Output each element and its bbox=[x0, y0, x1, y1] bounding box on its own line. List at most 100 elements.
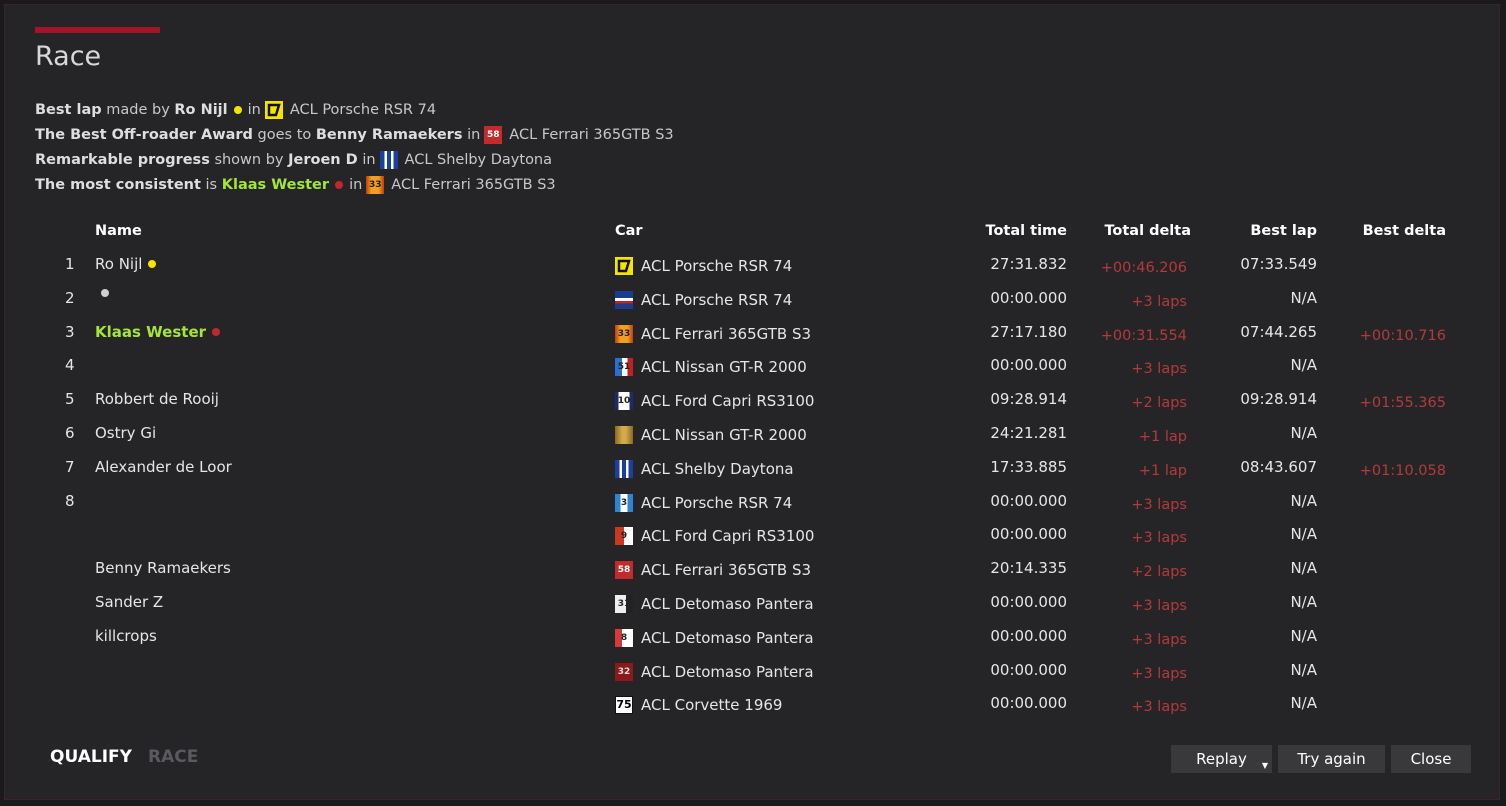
column-header-best-delta[interactable]: Best delta bbox=[1363, 223, 1446, 239]
car-cell: 58 ACL Ferrari 365GTB S3 bbox=[615, 561, 812, 580]
car-name: ACL Detomaso Pantera bbox=[641, 662, 814, 681]
car-livery-icon bbox=[615, 257, 633, 275]
best-lap: 07:44.265 bbox=[1240, 322, 1317, 341]
car-name: ACL Ford Capri RS3100 bbox=[641, 527, 815, 546]
table-row[interactable]: 6 Ostry Gi ACL Nissan GT-R 2000 24:21.281 +1… bbox=[5, 414, 1501, 448]
driver-name-cell: Ostry Gi bbox=[95, 424, 156, 442]
close-button[interactable]: Close bbox=[1391, 745, 1471, 773]
award-connector: made by bbox=[106, 101, 170, 118]
total-delta: +2 laps bbox=[1131, 564, 1187, 581]
car-livery-icon bbox=[264, 100, 283, 119]
column-header-car[interactable]: Car bbox=[615, 223, 643, 239]
tab-race[interactable]: RACE bbox=[148, 747, 198, 767]
car-name: ACL Porsche RSR 74 bbox=[641, 290, 793, 309]
car-cell: ACL Shelby Daytona bbox=[615, 459, 794, 478]
results-window: Race Best lap made by Ro Nijl in ACL Porsc… bbox=[4, 4, 1500, 800]
best-lap: N/A bbox=[1290, 694, 1317, 713]
award-car: ACL Shelby Daytona bbox=[404, 151, 553, 168]
best-lap: N/A bbox=[1290, 424, 1317, 442]
table-row[interactable]: 9 ACL Ford Capri RS3100 00:00.000 +3 laps N/… bbox=[5, 515, 1501, 549]
replay-button[interactable]: Replay ▼ bbox=[1171, 745, 1272, 773]
position-number: 2 bbox=[65, 288, 75, 307]
driver-name-cell: Alexander de Loor bbox=[95, 458, 232, 476]
award-title: Best lap bbox=[35, 101, 102, 118]
table-row[interactable]: Sander Z 31 ACL Detomaso Pantera 00:00.000 +… bbox=[5, 583, 1501, 617]
car-cell: 31 ACL Detomaso Pantera bbox=[615, 595, 814, 613]
car-cell: 32 ACL Detomaso Pantera bbox=[615, 662, 814, 681]
driver-name: Klaas Wester bbox=[95, 322, 207, 341]
column-header-total-time[interactable]: Total time bbox=[985, 223, 1067, 239]
status-dot-icon bbox=[335, 180, 344, 189]
table-row[interactable]: 2 ACL Porsche RSR 74 00:00.000 +3 laps N/A bbox=[5, 279, 1501, 313]
best-lap: N/A bbox=[1290, 491, 1317, 510]
driver-name-cell: Robbert de Rooij bbox=[95, 390, 219, 408]
total-time: 00:00.000 bbox=[990, 356, 1067, 375]
best-lap: 07:33.549 bbox=[1240, 255, 1317, 273]
total-time: 17:33.885 bbox=[990, 457, 1067, 476]
page-title: Race bbox=[35, 41, 102, 72]
total-time: 00:00.000 bbox=[990, 660, 1067, 679]
car-livery-icon: 32 bbox=[615, 662, 633, 681]
total-delta: +3 laps bbox=[1131, 631, 1187, 648]
table-row[interactable]: 32 ACL Detomaso Pantera 00:00.000 +3 laps N/… bbox=[5, 651, 1501, 685]
car-livery-icon: 31 bbox=[615, 595, 633, 613]
car-cell: 8 ACL Detomaso Pantera bbox=[615, 628, 814, 647]
try-again-button[interactable]: Try again bbox=[1278, 745, 1385, 773]
award-driver: Benny Ramaekers bbox=[315, 126, 463, 143]
status-dot-icon bbox=[148, 260, 157, 268]
table-row[interactable]: 5 Robbert de Rooij 10 ACL Ford Capri RS3100… bbox=[5, 380, 1501, 414]
position-number: 8 bbox=[65, 491, 75, 510]
car-livery-icon: 58 bbox=[615, 561, 633, 580]
status-dot-icon bbox=[212, 327, 221, 336]
position-number: 4 bbox=[65, 356, 75, 375]
total-delta: +3 laps bbox=[1131, 361, 1187, 378]
car-name: ACL Corvette 1969 bbox=[641, 696, 783, 715]
driver-name-cell: killcrops bbox=[95, 627, 157, 645]
best-lap: N/A bbox=[1290, 593, 1317, 611]
driver-name-cell: Benny Ramaekers bbox=[95, 559, 231, 577]
car-cell: 3 ACL Porsche RSR 74 bbox=[615, 493, 793, 512]
best-lap: N/A bbox=[1290, 660, 1317, 679]
table-row[interactable]: 3 Klaas Wester 33 ACL Ferrari 365GTB S3 27:1… bbox=[5, 313, 1501, 347]
car-name: ACL Ferrari 365GTB S3 bbox=[641, 324, 812, 343]
session-tabs: QUALIFY RACE bbox=[50, 747, 198, 767]
car-cell: ACL Porsche RSR 74 bbox=[615, 257, 792, 275]
award-car: ACL Ferrari 365GTB S3 bbox=[391, 176, 556, 193]
car-name: ACL Shelby Daytona bbox=[641, 459, 794, 478]
column-header-total-delta[interactable]: Total delta bbox=[1104, 223, 1191, 239]
table-row[interactable]: 4 51 ACL Nissan GT-R 2000 00:00.000 +3 laps N… bbox=[5, 346, 1501, 380]
car-cell: 51 ACL Nissan GT-R 2000 bbox=[615, 358, 807, 377]
table-row[interactable]: 75 ACL Corvette 1969 00:00.000 +3 laps N/A bbox=[5, 684, 1501, 718]
car-livery-icon: 10 bbox=[615, 392, 633, 411]
car-cell: ACL Porsche RSR 74 bbox=[615, 290, 793, 309]
title-accent-bar bbox=[35, 27, 160, 33]
total-time: 27:31.832 bbox=[990, 255, 1067, 273]
tab-qualify[interactable]: QUALIFY bbox=[50, 747, 132, 767]
award-in: in bbox=[467, 126, 481, 143]
car-livery-icon bbox=[379, 150, 398, 169]
table-row[interactable]: killcrops 8 ACL Detomaso Pantera 00:00.000 +… bbox=[5, 617, 1501, 651]
driver-name: Ostry Gi bbox=[95, 424, 157, 442]
table-row[interactable]: Benny Ramaekers 58 ACL Ferrari 365GTB S3 20… bbox=[5, 549, 1501, 583]
driver-name-cell: Ro Nijl bbox=[95, 255, 162, 273]
car-name: ACL Ferrari 365GTB S3 bbox=[641, 561, 812, 580]
table-row[interactable]: 7 Alexander de Loor ACL Shelby Daytona 17:3… bbox=[5, 448, 1501, 482]
best-lap: 09:28.914 bbox=[1240, 390, 1317, 409]
position-number: 7 bbox=[65, 457, 75, 476]
total-delta: +3 laps bbox=[1131, 665, 1187, 682]
car-cell: 75 ACL Corvette 1969 bbox=[615, 696, 783, 715]
car-livery-icon: 58 bbox=[484, 125, 503, 144]
total-time: 09:28.914 bbox=[990, 390, 1067, 409]
car-name: ACL Porsche RSR 74 bbox=[641, 493, 793, 512]
total-delta: +1 lap bbox=[1138, 462, 1187, 479]
award-line: The most consistent is Klaas Wester in 33 A… bbox=[35, 172, 674, 197]
column-header-best-lap[interactable]: Best lap bbox=[1250, 223, 1317, 239]
table-row[interactable]: 8 3 ACL Porsche RSR 74 00:00.000 +3 laps N/A bbox=[5, 482, 1501, 516]
position-number: 3 bbox=[65, 322, 75, 341]
chevron-down-icon[interactable]: ▼ bbox=[1262, 761, 1268, 770]
column-header-name[interactable]: Name bbox=[95, 223, 142, 239]
award-in: in bbox=[349, 176, 363, 193]
award-car: ACL Ferrari 365GTB S3 bbox=[509, 126, 674, 143]
driver-name: Benny Ramaekers bbox=[95, 559, 231, 578]
table-row[interactable]: 1 Ro Nijl ACL Porsche RSR 74 27:31.832 +00:4… bbox=[5, 245, 1501, 279]
